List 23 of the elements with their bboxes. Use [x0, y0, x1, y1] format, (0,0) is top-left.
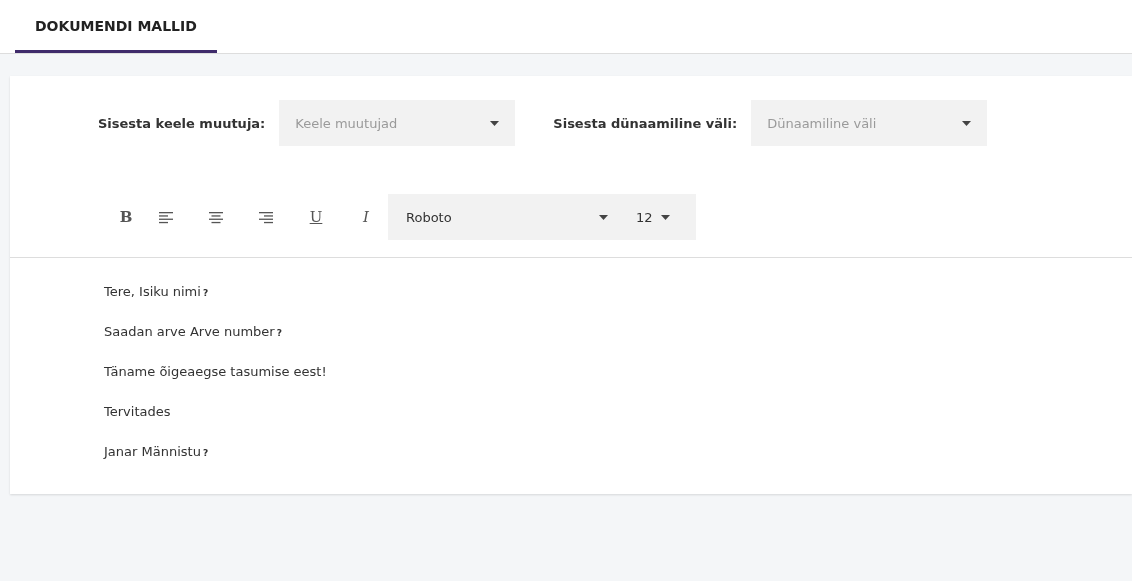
tab[interactable]: DOKUMENDI MALLID — [15, 0, 217, 53]
font-select[interactable]: Roboto — [388, 194, 622, 240]
underline-button[interactable]: U — [298, 202, 334, 232]
text-line: Saadan arve Arve number — [104, 324, 275, 339]
text-line: Tervitades — [104, 404, 171, 419]
align-icon — [258, 210, 274, 224]
text-line: Tere, Isiku nimi — [104, 284, 201, 299]
bold-button[interactable]: B — [108, 202, 144, 232]
variable-marker: ? — [202, 288, 209, 298]
text-line: Janar Männistu — [104, 444, 201, 459]
caret-icon — [490, 120, 500, 126]
caret-icon — [599, 214, 608, 220]
italic-button[interactable]: I — [348, 202, 384, 232]
variable-marker: ? — [202, 448, 209, 458]
size-select[interactable]: 12 — [622, 194, 696, 240]
align-icon — [158, 210, 174, 224]
caret-icon — [660, 214, 670, 220]
text-line: Täname õigeaegse tasumise eest! — [104, 364, 327, 379]
caret-icon — [962, 120, 972, 126]
align-icon — [208, 210, 224, 224]
field-label: Sisesta dünaamiline väli: — [553, 115, 738, 131]
variable-marker: ? — [276, 328, 282, 338]
field-label: Sisesta keele muutuja: — [98, 115, 266, 131]
